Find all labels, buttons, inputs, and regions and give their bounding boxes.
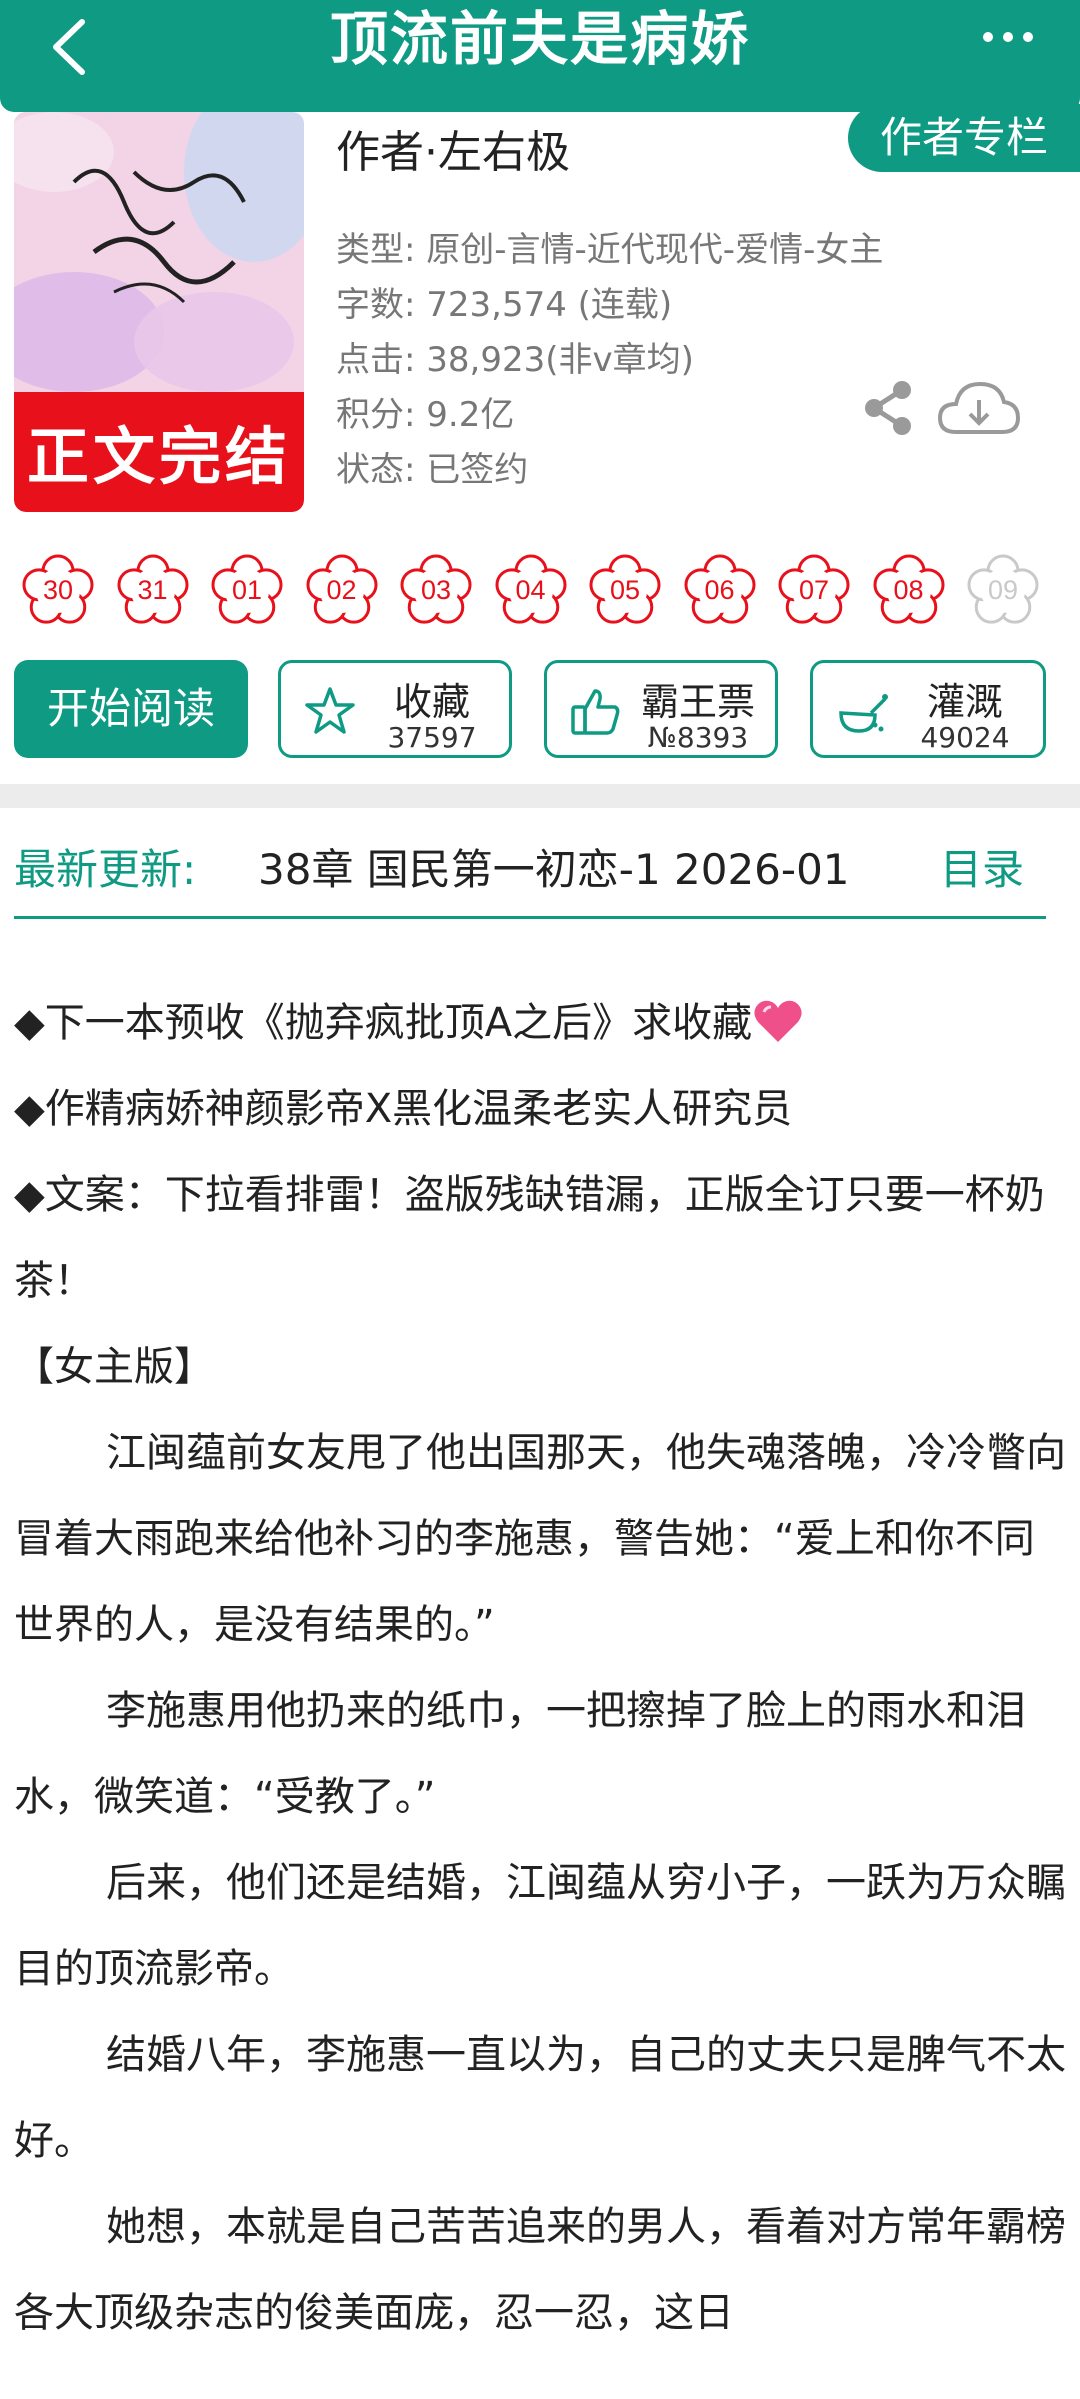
calendar-day-03[interactable]: 03 [396,550,476,630]
author-name[interactable]: 作者·左右极 [336,116,570,180]
share-icon[interactable] [860,378,916,438]
section-divider [0,784,1080,808]
calendar-day-label: 01 [231,575,263,605]
calendar-day-30[interactable]: 30 [18,550,98,630]
bawang-ticket-button[interactable]: 霸王票 №8393 [544,660,778,758]
calendar-day-label: 08 [893,575,924,605]
click-count: 点击: 38,923(非v章均) [336,340,694,380]
book-type: 类型: 原创-言情-近代现代-爱情-女主 [336,230,884,270]
irrigate-button[interactable]: 灌溉 49024 [810,660,1046,758]
calendar-day-01[interactable]: 01 [207,550,287,630]
cover-banner: 正文完结 [14,392,304,512]
latest-chapter-marquee[interactable]: 38章 国民第一初恋-1 2026-01 [258,836,898,892]
catalog-link[interactable]: 目录 [940,836,1024,897]
sign-status: 状态: 已签约 [336,450,529,490]
calendar-day-07[interactable]: 07 [774,550,854,630]
irrigate-label: 灌溉 [926,680,1003,724]
cover-banner-text: 正文完结 [26,420,291,493]
intro-line: 【女主版】 [14,1344,214,1390]
intro-paragraph: 李施惠用他扔来的纸巾，一把擦掉了脸上的雨水和泪水，微笑道：“受教了。” [14,1688,1026,1820]
intro-paragraph: 结婚八年，李施惠一直以为，自己的丈夫只是脾气不太好。 [14,2032,1066,2164]
calendar-day-label: 07 [798,575,830,605]
calendar-day-02[interactable]: 02 [302,550,382,630]
points: 积分: 9.2亿 [336,395,515,435]
more-options-icon[interactable] [978,22,1038,52]
latest-update-label: 最新更新: [14,845,197,894]
word-count: 字数: 723,574 (连载) [336,285,673,325]
calendar-day-04[interactable]: 04 [491,550,571,630]
author-column-button[interactable]: 作者专栏 [848,104,1080,172]
intro-paragraph: 江闽蕴前女友甩了他出国那天，他失魂落魄，冷冷瞥向冒着大雨跑来给他补习的李施惠，警… [14,1430,1066,1648]
thumbs-up-icon [571,689,620,735]
watering-can-icon [839,694,888,733]
cover-artwork [14,112,304,392]
book-cover[interactable]: 正文完结 [14,112,304,512]
top-bar: 顶流前夫是病娇 [0,0,1080,112]
intro-paragraph: 她想，本就是自己苦苦追来的男人，看着对方常年霸榜各大顶级杂志的俊美面庞，忍一忍，… [14,2204,1066,2336]
calendar-day-label: 31 [137,575,168,605]
calendar-day-09[interactable]: 09 [963,550,1043,630]
intro-line: ◆作精病娇神颜影帝X黑化温柔老实人研究员 [14,1086,793,1132]
book-intro: ◆下一本预收《抛弃疯批顶A之后》求收藏 ◆作精病娇神颜影帝X黑化温柔老实人研究员… [14,980,1066,2356]
intro-line-text: ◆下一本预收《抛弃疯批顶A之后》求收藏 [14,1000,753,1046]
calendar-day-label: 06 [704,575,735,605]
start-reading-button[interactable]: 开始阅读 [14,660,248,758]
favorite-count: 37597 [387,721,477,754]
calendar-day-05[interactable]: 05 [585,550,665,630]
calendar-day-08[interactable]: 08 [869,550,949,630]
page-title: 顶流前夫是病娇 [329,5,750,73]
favorite-label: 收藏 [393,680,470,724]
bawang-label: 霸王票 [640,680,755,724]
irrigate-count: 49024 [920,721,1010,754]
calendar-day-label: 30 [42,575,74,605]
intro-line: ◆下一本预收《抛弃疯批顶A之后》求收藏 [14,980,1066,1066]
calendar-day-label: 05 [609,575,641,605]
intro-line: ◆文案：下拉看排雷！盗版残缺错漏，正版全订只要一杯奶茶！ [14,1172,1045,1304]
update-calendar: 30 31 01 02 03 04 05 06 07 08 09 [18,550,1078,634]
calendar-day-label: 02 [326,575,357,605]
calendar-day-06[interactable]: 06 [680,550,760,630]
calendar-day-label: 09 [987,575,1019,605]
latest-underline [14,916,1046,919]
bawang-count: №8393 [647,721,749,754]
intro-paragraph: 后来，他们还是结婚，江闽蕴从穷小子，一跃为万众瞩目的顶流影帝。 [14,1860,1066,1992]
calendar-day-label: 03 [420,575,452,605]
star-icon [305,687,355,734]
download-cloud-icon[interactable] [936,376,1022,442]
calendar-day-31[interactable]: 31 [113,550,193,630]
heart-icon [754,1000,802,1042]
calendar-day-label: 04 [515,575,546,605]
favorite-button[interactable]: 收藏 37597 [278,660,512,758]
